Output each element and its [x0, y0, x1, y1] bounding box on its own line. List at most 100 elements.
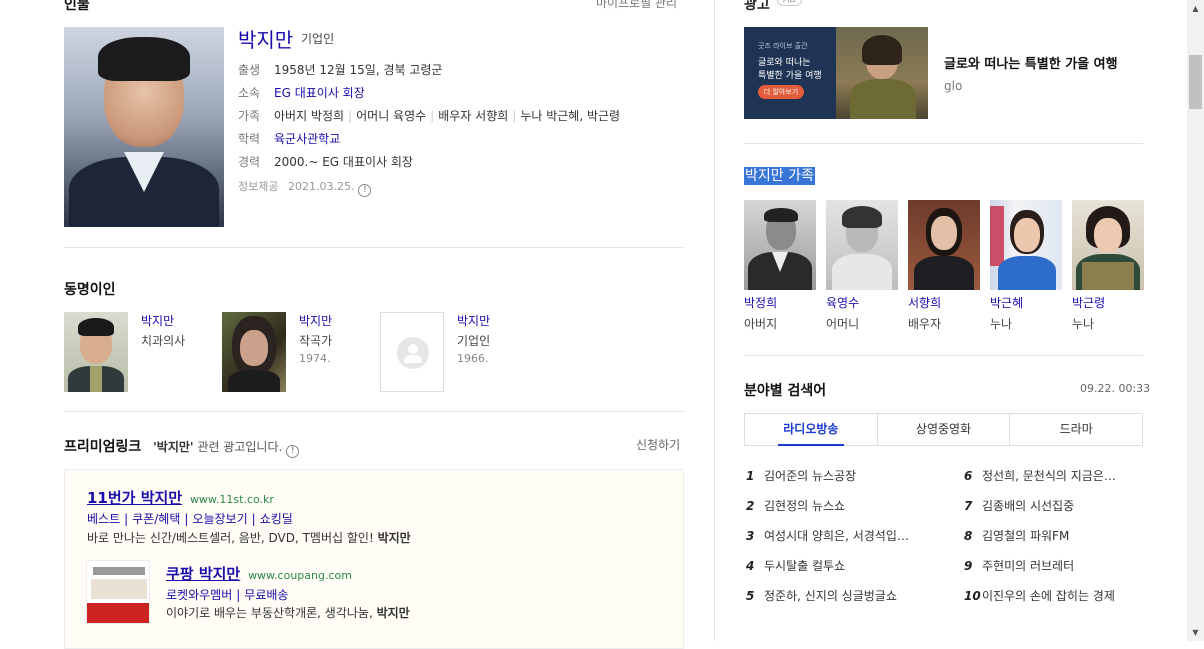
keyword-text[interactable]: 두시탈출 컬투쇼	[764, 559, 845, 573]
family-member-name[interactable]: 박근령	[1072, 294, 1144, 311]
education-row: 학력 육군사관학교	[238, 130, 340, 147]
family-item-father[interactable]: 아버지 박정희	[274, 109, 344, 123]
affiliation-value[interactable]: EG 대표이사 회장	[274, 86, 365, 100]
family-member-name[interactable]: 박정희	[744, 294, 816, 311]
ad-url[interactable]: www.11st.co.kr	[190, 493, 274, 506]
namesake-card[interactable]: 박지만 기업인 1966.	[380, 312, 530, 392]
family-member-card[interactable]: 박근혜 누나	[990, 200, 1062, 332]
ad-advertiser: glo	[944, 79, 963, 93]
keyword-item[interactable]: 10이진우의 손에 잡히는 경제	[964, 587, 1115, 604]
ad-title[interactable]: 글로와 떠나는 특별한 가을 여행	[944, 53, 1118, 72]
rank-number: 9	[964, 559, 973, 573]
divider	[64, 247, 684, 248]
ad-item: 쿠팡 박지만 www.coupang.com	[166, 563, 352, 584]
keyword-item[interactable]: 9 주현미의 러브레터	[964, 557, 1074, 574]
keyword-item[interactable]: 4 두시탈출 컬투쇼	[746, 557, 845, 574]
education-value[interactable]: 육군사관학교	[274, 132, 340, 146]
keyword-timestamp: 09.22. 00:33	[1080, 382, 1151, 395]
profile-photo[interactable]	[64, 27, 224, 227]
apply-link[interactable]: 신청하기	[636, 436, 680, 453]
namesake-card[interactable]: 박지만 작곡가 1974.	[222, 312, 372, 392]
keyword-section-title: 분야별 검색어	[744, 383, 827, 399]
person-placeholder-icon	[397, 337, 429, 369]
keyword-text[interactable]: 김어준의 뉴스공장	[764, 469, 856, 483]
ad-banner-image[interactable]: 굿즈 라이브 출간 글로와 떠나는 특별한 가을 여행 더 알아보기	[744, 27, 928, 119]
family-member-card[interactable]: 박근령 누나	[1072, 200, 1144, 332]
namesake-name[interactable]: 박지만	[299, 312, 332, 329]
namesake-job: 치과의사	[141, 334, 186, 348]
tab-drama[interactable]: 드라마	[1010, 414, 1142, 445]
tab-movies[interactable]: 상영중영화	[878, 414, 1011, 445]
keyword-text[interactable]: 김영철의 파워FM	[982, 529, 1069, 543]
divider	[744, 143, 1143, 144]
ad-desc-keyword: 박지만	[377, 531, 411, 545]
family-member-role: 어머니	[826, 317, 860, 331]
keyword-text[interactable]: 정선희, 문천식의 지금은…	[982, 469, 1116, 483]
family-item-spouse[interactable]: 배우자 서향희	[438, 109, 508, 123]
family-member-role: 배우자	[908, 317, 942, 331]
info-icon[interactable]: !	[286, 445, 300, 458]
ad-sublink[interactable]: 무료배송	[244, 588, 288, 602]
ad-sublink[interactable]: 쿠폰/혜택	[132, 512, 180, 526]
family-photo[interactable]	[990, 200, 1062, 290]
family-member-name[interactable]: 육영수	[826, 294, 898, 311]
family-member-name[interactable]: 박근혜	[990, 294, 1062, 311]
ad-title[interactable]: 쿠팡 박지만	[166, 565, 240, 583]
family-member-card[interactable]: 육영수 어머니	[826, 200, 898, 332]
keyword-text[interactable]: 정준하, 신지의 싱글벙글쇼	[764, 589, 897, 603]
rank-number: 4	[746, 559, 755, 573]
keyword-item[interactable]: 5 정준하, 신지의 싱글벙글쇼	[746, 587, 897, 604]
tab-radio[interactable]: 라디오방송	[745, 414, 878, 446]
ad-desc-keyword: 박지만	[376, 606, 410, 620]
family-photo[interactable]	[1072, 200, 1144, 290]
keyword-text[interactable]: 김현정의 뉴스쇼	[764, 499, 845, 513]
ad-sublink[interactable]: 쇼킹딜	[260, 512, 293, 526]
family-member-name[interactable]: 서향희	[908, 294, 980, 311]
banner-line: 글로와 떠나는	[758, 58, 811, 68]
vertical-scrollbar[interactable]: ▲ ▼	[1187, 0, 1204, 641]
ad-sublink[interactable]: 로켓와우멤버	[166, 588, 232, 602]
keyword-text[interactable]: 주현미의 러브레터	[982, 559, 1074, 573]
keyword-item[interactable]: 2 김현정의 뉴스쇼	[746, 497, 845, 514]
info-icon[interactable]: !	[358, 184, 372, 197]
namesake-card[interactable]: 박지만 치과의사	[64, 312, 214, 392]
family-item-mother[interactable]: 어머니 육영수	[356, 109, 426, 123]
keyword-item[interactable]: 6 정선희, 문천식의 지금은…	[964, 467, 1116, 484]
profile-name[interactable]: 박지만	[238, 24, 293, 53]
namesake-name[interactable]: 박지만	[457, 312, 490, 329]
source-info: 정보제공 2021.03.25.!	[238, 178, 372, 197]
keyword-text[interactable]: 여성시대 양희은, 서경석입…	[764, 529, 909, 543]
birth-label: 출생	[238, 63, 261, 77]
namesake-name[interactable]: 박지만	[141, 312, 174, 329]
family-photo[interactable]	[744, 200, 816, 290]
keyword-item[interactable]: 3 여성시대 양희은, 서경석입…	[746, 527, 909, 544]
family-photo[interactable]	[826, 200, 898, 290]
premium-desc: 관련 광고입니다.	[197, 440, 283, 454]
manage-profile-link[interactable]: 마이프로필 관리	[596, 0, 677, 11]
divider	[64, 411, 684, 412]
keyword-item[interactable]: 1 김어준의 뉴스공장	[746, 467, 856, 484]
ad-url[interactable]: www.coupang.com	[248, 569, 352, 582]
ad-thumbnail[interactable]	[86, 560, 150, 624]
keyword-item[interactable]: 8 김영철의 파워FM	[964, 527, 1069, 544]
scrollbar-thumb[interactable]	[1189, 55, 1202, 109]
ad-sublink[interactable]: 베스트	[87, 512, 120, 526]
premium-title: 프리미엄링크	[64, 439, 142, 455]
family-member-card[interactable]: 서향희 배우자	[908, 200, 980, 332]
ad-title[interactable]: 11번가 박지만	[87, 489, 182, 507]
scroll-down-arrow-icon[interactable]: ▼	[1187, 624, 1204, 641]
family-photo[interactable]	[908, 200, 980, 290]
family-member-card[interactable]: 박정희 아버지	[744, 200, 816, 332]
rank-number: 7	[964, 499, 973, 513]
keyword-text[interactable]: 이진우의 손에 잡히는 경제	[982, 589, 1115, 603]
keyword-tabs: 라디오방송 상영중영화 드라마	[744, 413, 1143, 446]
banner-cta-button[interactable]: 더 알아보기	[758, 85, 804, 99]
ad-sublink[interactable]: 오늘장보기	[192, 512, 247, 526]
keyword-text[interactable]: 김종배의 시선집중	[982, 499, 1074, 513]
keyword-item[interactable]: 7 김종배의 시선집중	[964, 497, 1074, 514]
family-item-sisters[interactable]: 누나 박근혜, 박근령	[520, 109, 620, 123]
namesake-photo[interactable]	[64, 312, 128, 392]
scroll-up-arrow-icon[interactable]: ▲	[1187, 0, 1204, 17]
namesake-photo[interactable]	[222, 312, 286, 392]
namesake-photo-placeholder[interactable]	[380, 312, 444, 392]
